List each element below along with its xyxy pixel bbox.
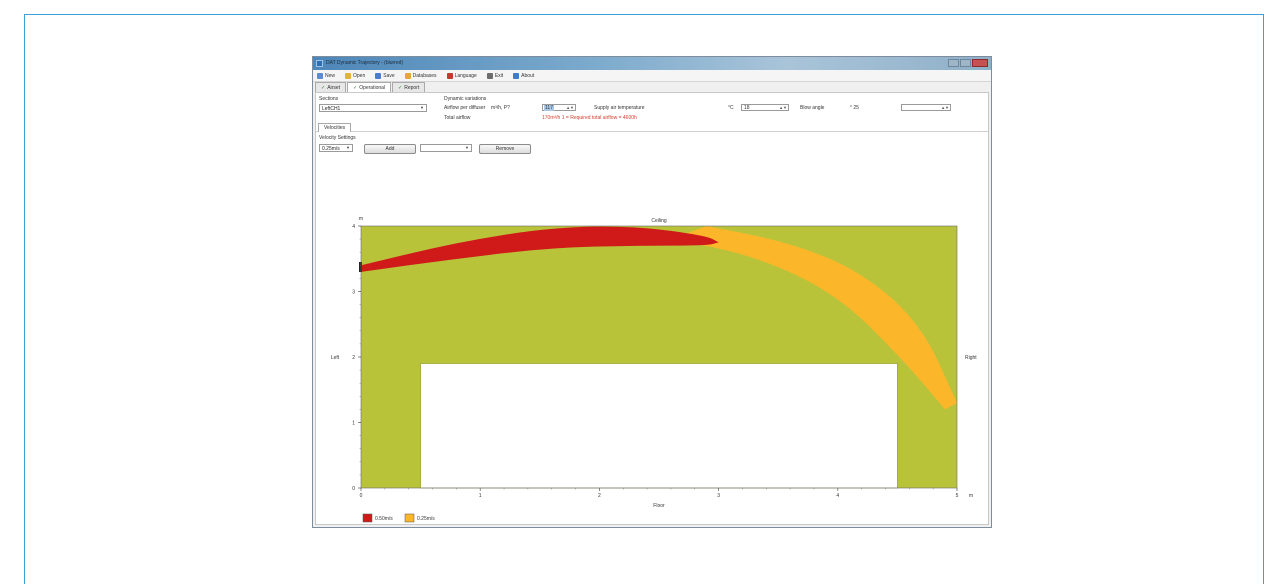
language-flag-icon [446, 72, 453, 79]
check-icon: ✓ [352, 84, 358, 91]
menu-new[interactable]: New [317, 72, 335, 79]
y-tick-label: 0 [352, 486, 355, 492]
maximize-button[interactable] [960, 59, 971, 67]
open-folder-icon [345, 72, 352, 79]
check-icon: ✓ [398, 84, 403, 91]
menu-bar: New Open Save Databases Language Exit Ab… [313, 70, 991, 82]
main-tabs: ✓ Airset ✓ Operational ✓ Report [315, 82, 426, 92]
exit-icon [486, 72, 493, 79]
diffuser-marker [359, 262, 362, 273]
minimize-button[interactable] [948, 59, 959, 67]
x-tick-label: 2 [598, 493, 601, 499]
operational-panel: Sections LeftCH1 ▼ Dynamic variations Ai… [315, 92, 989, 525]
save-icon [375, 72, 382, 79]
y-tick-label: 2 [352, 355, 355, 361]
x-tick-label: 4 [836, 493, 839, 499]
x-tick-label: 0 [360, 493, 363, 499]
x-axis-label: Floor [653, 503, 665, 509]
legend-swatch [362, 513, 373, 523]
window-controls [948, 59, 988, 67]
y-tick-label: 3 [352, 290, 355, 296]
right-wall-label: Right [965, 355, 977, 361]
menu-language[interactable]: Language [446, 72, 477, 79]
x-tick-label: 1 [479, 493, 482, 499]
menu-save[interactable]: Save [375, 72, 395, 79]
database-icon [404, 72, 411, 79]
obstacle-block [420, 363, 898, 489]
title-bar[interactable]: DAT Dynamic Trajectory - (blurred) [313, 57, 991, 70]
left-wall-label: Left [331, 355, 340, 361]
new-file-icon [317, 72, 323, 79]
help-icon [513, 72, 520, 79]
y-tick-label: 4 [352, 224, 355, 230]
x-unit-label: m [969, 493, 973, 499]
tab-airset[interactable]: ✓ Airset [315, 82, 346, 92]
chart-title: Ceiling [651, 218, 667, 224]
menu-about[interactable]: About [513, 72, 534, 79]
app-window: DAT Dynamic Trajectory - (blurred) New O… [312, 56, 992, 528]
check-icon: ✓ [321, 84, 326, 91]
legend-label: 0.25m/s [417, 516, 435, 522]
x-tick-label: 5 [956, 493, 959, 499]
trajectory-chart: 0 1 2 3 4 5 0 1 2 3 4 Ceiling Floor Left Right m m 0.50m/… [331, 216, 977, 523]
x-tick-label: 3 [717, 493, 720, 499]
legend-swatch [404, 513, 415, 523]
window-title: DAT Dynamic Trajectory - (blurred) [326, 60, 404, 66]
app-icon [316, 60, 323, 67]
legend-label: 0.50m/s [375, 516, 393, 522]
y-tick-label: 1 [352, 421, 355, 427]
tab-report[interactable]: ✓ Report [392, 82, 426, 92]
close-button[interactable] [972, 59, 988, 67]
menu-databases[interactable]: Databases [404, 72, 437, 79]
tab-operational[interactable]: ✓ Operational [346, 82, 392, 92]
menu-open[interactable]: Open [345, 72, 365, 79]
y-unit-label: m [359, 216, 363, 222]
menu-exit[interactable]: Exit [486, 72, 503, 79]
